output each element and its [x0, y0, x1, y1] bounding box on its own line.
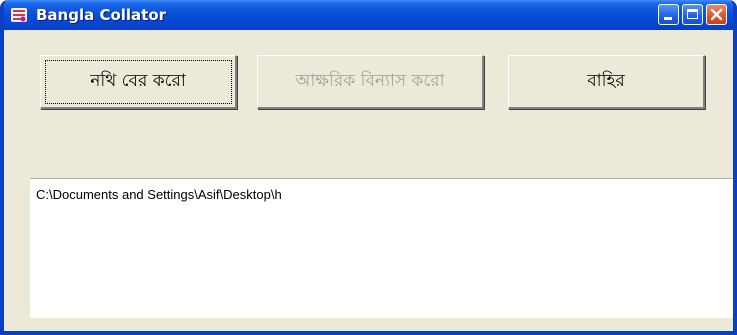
app-icon[interactable]: [10, 6, 28, 24]
exit-button[interactable]: বাহির: [508, 55, 705, 109]
app-window: Bangla Collator নথি বের করো আক্ষরিক বিন্…: [0, 0, 737, 335]
file-path-text: C:\Documents and Settings\Asif\Desktop\h: [36, 187, 282, 202]
window-title: Bangla Collator: [36, 6, 167, 24]
minimize-icon: [664, 17, 672, 20]
output-area[interactable]: C:\Documents and Settings\Asif\Desktop\h: [30, 178, 733, 318]
title-bar[interactable]: Bangla Collator: [4, 0, 733, 30]
close-button[interactable]: [706, 4, 727, 25]
open-file-button[interactable]: নথি বের করো: [40, 55, 237, 109]
minimize-button[interactable]: [658, 4, 679, 25]
close-icon: [710, 8, 723, 21]
sort-button[interactable]: আক্ষরিক বিন্যাস করো: [257, 55, 484, 109]
maximize-button[interactable]: [682, 4, 703, 25]
maximize-icon: [687, 9, 698, 19]
